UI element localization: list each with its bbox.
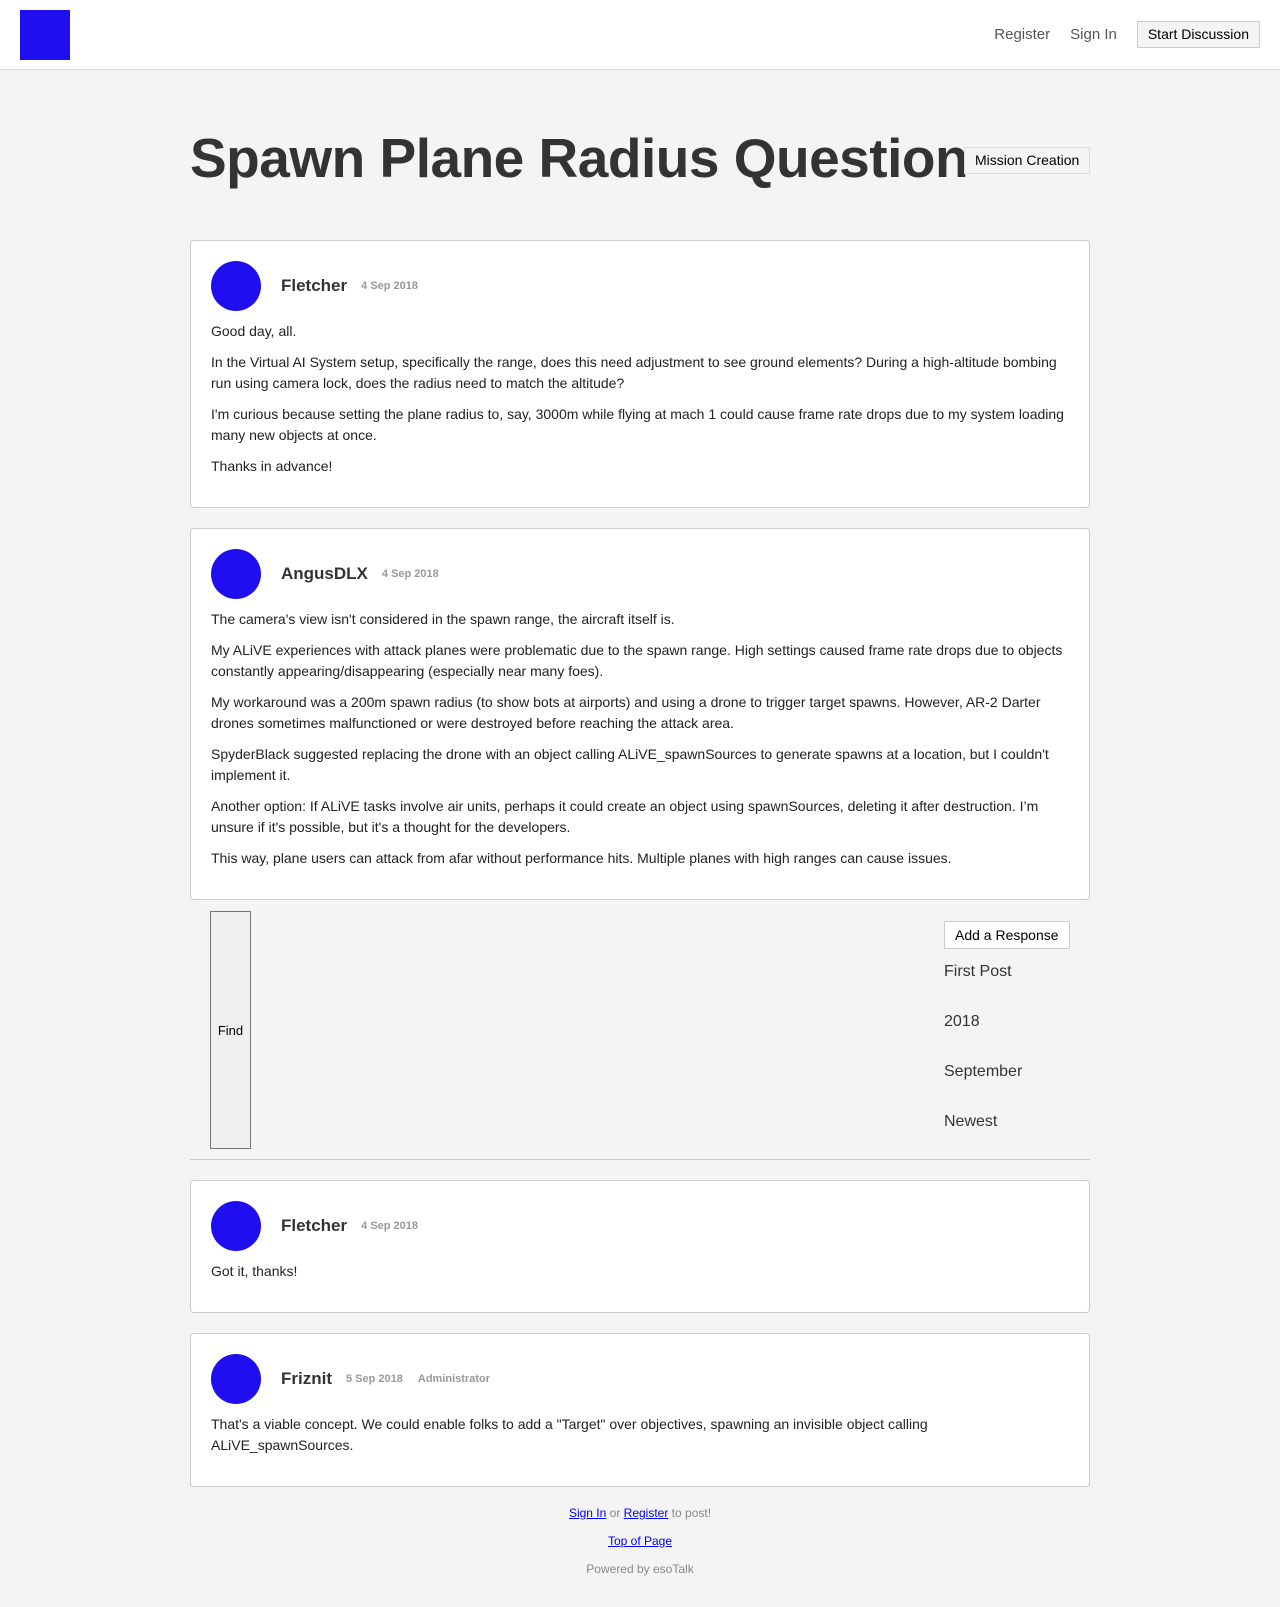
avatar[interactable] (211, 261, 261, 311)
post-date[interactable]: 5 Sep 2018 (346, 1373, 403, 1385)
post-header: Fletcher 4 Sep 2018 (211, 261, 1069, 311)
post-paragraph: That's a viable concept. We could enable… (211, 1416, 928, 1453)
footer-post-prompt: Sign In or Register to post! (0, 1506, 1280, 1520)
post-paragraph: In the Virtual AI System setup, specific… (211, 354, 1057, 391)
sign-in-link[interactable]: Sign In (1070, 21, 1117, 48)
avatar[interactable] (211, 549, 261, 599)
post-header: AngusDLX 4 Sep 2018 (211, 549, 1069, 599)
post-header: Friznit 5 Sep 2018 Administrator (211, 1354, 1069, 1404)
powered-by-text: Powered by esoTalk (586, 1562, 694, 1576)
post: Fletcher 4 Sep 2018 Good day, all. In th… (190, 240, 1090, 508)
footer-register-link[interactable]: Register (624, 1506, 669, 1520)
post-role-badge: Administrator (417, 1373, 490, 1385)
add-response-button[interactable]: Add a Response (944, 921, 1070, 949)
scrubber-newest[interactable]: Newest (944, 1113, 997, 1131)
post-paragraph: I'm curious because setting the plane ra… (211, 406, 1064, 443)
scrubber-year[interactable]: 2018 (944, 1013, 980, 1031)
post-date[interactable]: 4 Sep 2018 (382, 568, 439, 580)
post-author[interactable]: Fletcher (281, 276, 347, 296)
post-paragraph: Got it, thanks! (211, 1263, 298, 1279)
footer-or-text: or (606, 1506, 624, 1520)
post-author[interactable]: AngusDLX (281, 564, 368, 584)
header-nav: Register Sign In Start Discussion (994, 21, 1260, 48)
footer-sign-in-link[interactable]: Sign In (569, 1506, 606, 1520)
post-paragraph: My ALiVE experiences with attack planes … (211, 642, 1063, 679)
top-of-page-link[interactable]: Top of Page (608, 1534, 672, 1548)
find-button[interactable]: Find (210, 911, 251, 1149)
post-paragraph: Another option: If ALiVE tasks involve a… (211, 798, 1039, 835)
post: Fletcher 4 Sep 2018 Got it, thanks! (190, 1180, 1090, 1313)
post-date[interactable]: 4 Sep 2018 (361, 280, 418, 292)
register-link[interactable]: Register (994, 21, 1050, 48)
post-body: Got it, thanks! (211, 1261, 1069, 1282)
post-header: Fletcher 4 Sep 2018 (211, 1201, 1069, 1251)
post-body: Good day, all. In the Virtual AI System … (211, 321, 1069, 477)
conversation-title: Spawn Plane Radius Question (190, 127, 969, 189)
scrubber-first-post[interactable]: First Post (944, 963, 1012, 981)
channel-tag[interactable]: Mission Creation (964, 147, 1091, 174)
post-paragraph: The camera's view isn't considered in th… (211, 611, 675, 627)
post-paragraph: SpyderBlack suggested replacing the dron… (211, 746, 1049, 783)
scrubber-area: Find Add a Response First Post 2018 Sept… (190, 900, 1090, 1160)
post-date[interactable]: 4 Sep 2018 (361, 1220, 418, 1232)
footer-top-row: Top of Page (0, 1534, 1280, 1548)
post-author[interactable]: Fletcher (281, 1216, 347, 1236)
post: AngusDLX 4 Sep 2018 The camera's view is… (190, 528, 1090, 900)
avatar[interactable] (211, 1201, 261, 1251)
post-paragraph: My workaround was a 200m spawn radius (t… (211, 694, 1041, 731)
post-author[interactable]: Friznit (281, 1369, 332, 1389)
post-paragraph: This way, plane users can attack from af… (211, 850, 952, 866)
avatar[interactable] (211, 1354, 261, 1404)
post-body: The camera's view isn't considered in th… (211, 609, 1069, 869)
scrubber-month[interactable]: September (944, 1063, 1022, 1081)
top-bar: Register Sign In Start Discussion (0, 0, 1280, 70)
start-discussion-button[interactable]: Start Discussion (1136, 21, 1260, 48)
post: Friznit 5 Sep 2018 Administrator That's … (190, 1333, 1090, 1487)
post-paragraph: Good day, all. (211, 323, 297, 339)
post-paragraph: Thanks in advance! (211, 458, 333, 474)
post-body: That's a viable concept. We could enable… (211, 1414, 1069, 1456)
site-logo[interactable] (20, 10, 70, 60)
footer-to-post-text: to post! (668, 1506, 712, 1520)
